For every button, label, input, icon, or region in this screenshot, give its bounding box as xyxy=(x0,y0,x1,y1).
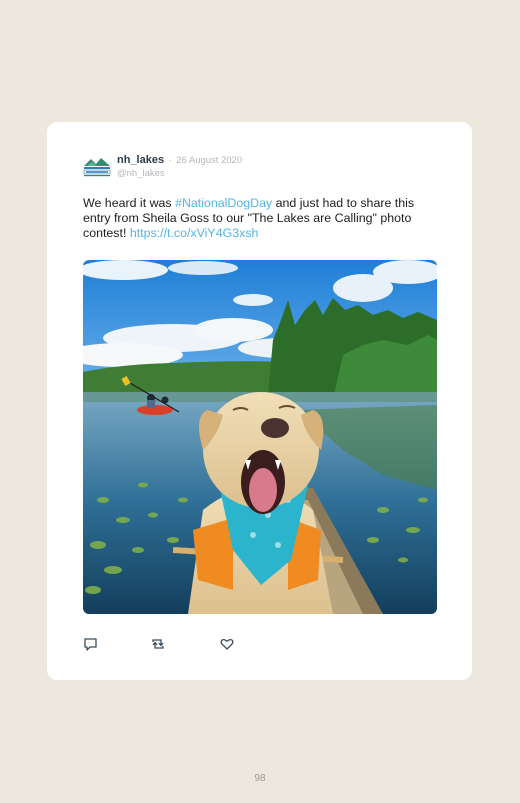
yawning-dog-in-canoe-photo[interactable] xyxy=(83,260,437,614)
retweet-icon[interactable] xyxy=(150,636,166,652)
page-number: 98 xyxy=(254,773,266,784)
heart-icon[interactable] xyxy=(219,636,235,652)
user-handle[interactable]: @nh_lakes xyxy=(117,167,242,180)
reply-icon[interactable] xyxy=(83,636,99,652)
tweet-url-link[interactable]: https://t.co/xViY4G3xsh xyxy=(130,226,259,240)
tweet-text: We heard it was #NationalDogDay and just… xyxy=(83,196,433,241)
meta-separator: · xyxy=(168,155,172,166)
tweet-date[interactable]: 26 August 2020 xyxy=(176,155,242,166)
tweet-text-part1: We heard it was xyxy=(83,196,176,210)
tweet-header: nh_lakes · 26 August 2020 @nh_lakes xyxy=(83,152,242,182)
nh-lakes-logo-icon[interactable] xyxy=(83,154,111,182)
hashtag-link[interactable]: #NationalDogDay xyxy=(175,196,272,210)
tweet-meta: nh_lakes · 26 August 2020 @nh_lakes xyxy=(117,152,242,182)
tweet-actions xyxy=(83,636,243,652)
tweet-card: nh_lakes · 26 August 2020 @nh_lakes We h… xyxy=(47,122,472,680)
display-name[interactable]: nh_lakes xyxy=(117,154,164,166)
